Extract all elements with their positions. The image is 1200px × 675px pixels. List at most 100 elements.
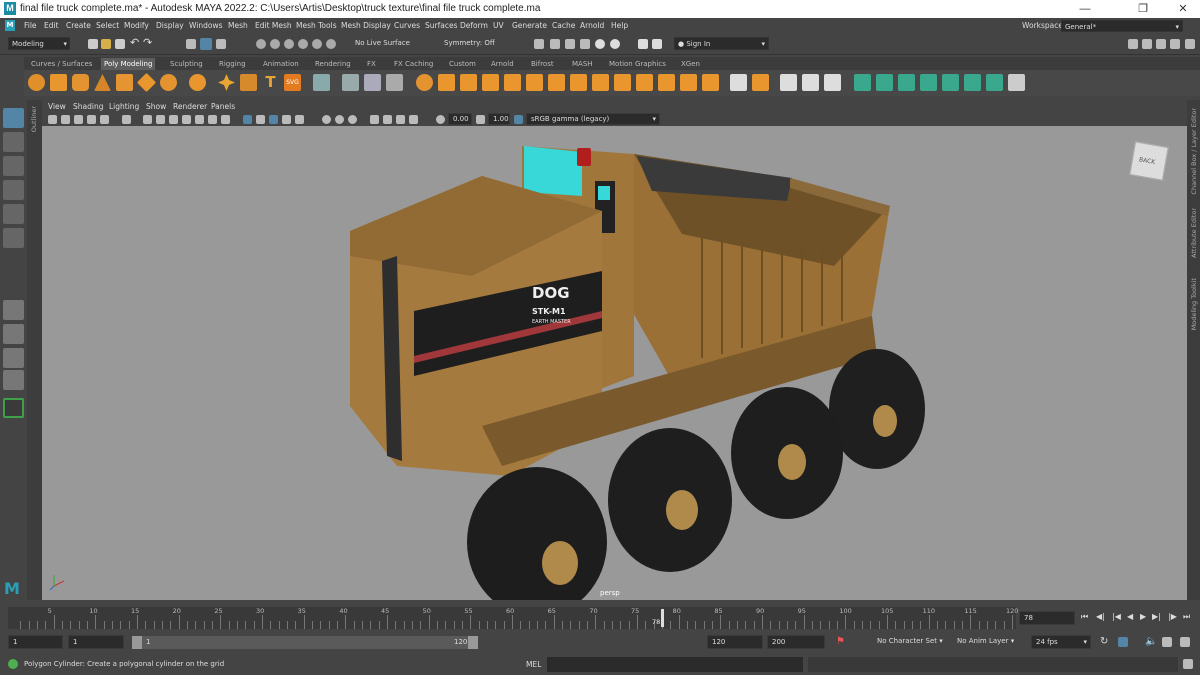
minimize-button[interactable]: — (1062, 0, 1108, 18)
sound-icon[interactable]: 🔈 (1145, 636, 1157, 647)
arnold-render-icon[interactable] (610, 39, 620, 49)
menu-edit[interactable]: Edit (44, 21, 59, 30)
bookmark-icon[interactable] (74, 115, 83, 124)
render-current-icon[interactable] (550, 39, 560, 49)
uv-planar-icon[interactable] (854, 74, 871, 91)
use-all-lights-icon[interactable] (282, 115, 291, 124)
modeling-toolkit-icon[interactable] (1128, 39, 1138, 49)
sign-in-dropdown[interactable]: ● Sign In ▾ (674, 37, 769, 50)
extrude-icon[interactable] (504, 74, 521, 91)
perspective-viewport[interactable]: DOG STK-M1 EARTH MASTER BACK persp (42, 126, 1187, 600)
reduce-icon[interactable] (386, 74, 403, 91)
snap-view-plane-icon[interactable] (312, 39, 322, 49)
poly-cylinder-icon[interactable] (72, 74, 89, 91)
snap-grid-icon[interactable] (256, 39, 266, 49)
playback-start-field[interactable]: 1 (68, 635, 124, 649)
menu-set-dropdown[interactable]: Modeling ▾ (8, 37, 70, 50)
camera-attributes-icon[interactable] (61, 115, 70, 124)
mirror-icon[interactable] (416, 74, 433, 91)
modeling-toolkit-tab[interactable]: Modeling Toolkit (1190, 278, 1198, 330)
step-forward-frame-icon[interactable]: ▶| (1152, 612, 1161, 621)
panel-menu-panels[interactable]: Panels (211, 102, 235, 111)
playback-end-field[interactable]: 120 (707, 635, 763, 649)
xray-joints-icon[interactable] (396, 115, 405, 124)
arnold-stop-icon[interactable] (652, 39, 662, 49)
menu-deform[interactable]: Deform (460, 21, 488, 30)
textured-icon[interactable] (269, 115, 278, 124)
outliner-layout-icon[interactable] (3, 370, 24, 390)
paint-select-tool-icon[interactable] (3, 156, 24, 176)
tab-xgen[interactable]: XGen (678, 58, 703, 70)
menu-modify[interactable]: Modify (124, 21, 149, 30)
uv-cut-icon[interactable] (942, 74, 959, 91)
append-polygon-icon[interactable] (592, 74, 609, 91)
animation-preferences-icon[interactable] (1162, 637, 1172, 647)
step-back-key-icon[interactable]: ◀| (1096, 612, 1105, 621)
svg-tool-icon[interactable]: SVG (284, 74, 301, 91)
symmetry-dropdown[interactable]: Symmetry: Off (441, 37, 501, 50)
smooth-shade-icon[interactable] (256, 115, 265, 124)
live-surface-label[interactable]: No Live Surface (352, 37, 418, 50)
2d-pan-zoom-icon[interactable] (100, 115, 109, 124)
bridge-icon[interactable] (526, 74, 543, 91)
resolution-gate-icon[interactable] (169, 115, 178, 124)
select-tool-icon[interactable] (3, 108, 24, 128)
uv-editor-icon[interactable] (1008, 74, 1025, 91)
outliner-tab[interactable]: Outliner (30, 106, 38, 132)
menu-uv[interactable]: UV (493, 21, 504, 30)
menu-file[interactable]: File (24, 21, 37, 30)
single-perspective-layout-icon[interactable] (3, 300, 24, 320)
bevel-icon[interactable] (548, 74, 565, 91)
poly-cube-icon[interactable] (50, 74, 67, 91)
smooth-icon[interactable] (364, 74, 381, 91)
start-time-field[interactable]: 1 (8, 635, 63, 649)
snap-projected-center-icon[interactable] (298, 39, 308, 49)
tab-fx[interactable]: FX (364, 58, 379, 70)
boolean-union-icon[interactable] (438, 74, 455, 91)
character-set-dropdown[interactable]: No Character Set ▾ (873, 635, 951, 649)
platonic-solid-icon[interactable] (189, 74, 206, 91)
rotate-tool-icon[interactable] (3, 204, 24, 224)
menu-cache[interactable]: Cache (552, 21, 575, 30)
menu-help[interactable]: Help (611, 21, 628, 30)
boolean-difference-icon[interactable] (460, 74, 477, 91)
color-management-icon[interactable] (514, 115, 523, 124)
move-tool-icon[interactable] (3, 180, 24, 200)
menu-curves[interactable]: Curves (394, 21, 420, 30)
target-weld-icon[interactable] (636, 74, 653, 91)
slide-edge-icon[interactable] (780, 74, 797, 91)
gate-mask-icon[interactable] (182, 115, 191, 124)
grid-toggle-icon[interactable] (143, 115, 152, 124)
uv-spherical-icon[interactable] (920, 74, 937, 91)
current-frame-field[interactable]: 78 (1019, 611, 1075, 625)
tab-bifrost[interactable]: Bifrost (528, 58, 557, 70)
command-line-input[interactable] (547, 657, 803, 672)
separate-icon[interactable] (342, 74, 359, 91)
select-camera-icon[interactable] (48, 115, 57, 124)
tab-fx-caching[interactable]: FX Caching (391, 58, 436, 70)
tab-rendering[interactable]: Rendering (312, 58, 354, 70)
scale-tool-icon[interactable] (3, 228, 24, 248)
playback-preferences-icon[interactable] (1180, 637, 1190, 647)
menu-windows[interactable]: Windows (189, 21, 222, 30)
current-time-marker[interactable] (661, 609, 664, 627)
go-to-start-icon[interactable]: ⏮ (1081, 612, 1088, 622)
xray-icon[interactable] (383, 115, 392, 124)
snap-curve-icon[interactable] (270, 39, 280, 49)
script-language-label[interactable]: MEL (526, 660, 541, 669)
outliner-toggle-icon[interactable] (1185, 39, 1195, 49)
uv-unfold-icon[interactable] (986, 74, 1003, 91)
poly-cone-icon[interactable] (94, 74, 111, 91)
play-backward-icon[interactable]: ◀ (1127, 612, 1133, 621)
range-slider-end-handle[interactable] (468, 636, 478, 649)
multi-cut-icon[interactable] (614, 74, 631, 91)
tab-rigging[interactable]: Rigging (216, 58, 249, 70)
grease-pencil-icon[interactable] (122, 115, 131, 124)
cache-playback-icon[interactable] (1118, 637, 1128, 647)
screen-space-ao-icon[interactable] (322, 115, 331, 124)
view-cube[interactable]: BACK (1129, 141, 1169, 181)
close-button[interactable]: ✕ (1160, 0, 1200, 18)
field-chart-icon[interactable] (195, 115, 204, 124)
type-tool-icon[interactable]: T (262, 74, 279, 91)
select-hierarchy-icon[interactable] (186, 39, 196, 49)
